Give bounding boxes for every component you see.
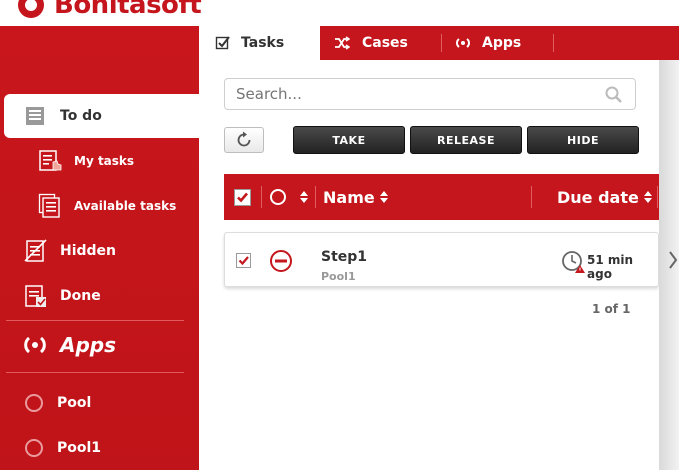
sidebar-app-pool[interactable]: Pool: [0, 388, 199, 418]
sidebar: To do My tasks Available tasks Hidden Do…: [0, 26, 218, 470]
sidebar-item-available-tasks-label: Available tasks: [74, 199, 177, 213]
main-tabs: Tasks Cases Apps: [199, 26, 679, 60]
sidebar-divider: [6, 320, 184, 321]
apps-icon: [24, 336, 46, 354]
inbox-tray-icon: [26, 107, 44, 125]
priority-circle-icon: [270, 189, 286, 205]
table-header: Name Due date: [224, 174, 659, 220]
sort-icon: [379, 191, 388, 203]
tab-apps-label: Apps: [482, 35, 522, 51]
hide-button[interactable]: HIDE: [527, 126, 639, 154]
table-row[interactable]: Step1 Pool1 51 min ago: [224, 232, 659, 287]
tab-cases[interactable]: Cases: [320, 26, 440, 60]
tab-tasks[interactable]: Tasks: [199, 26, 320, 60]
sidebar-item-hidden-label: Hidden: [60, 243, 117, 259]
task-due: 51 min ago: [587, 253, 634, 281]
name-column-header-label: Name: [323, 187, 375, 207]
brand-name: Bonitasoft: [54, 0, 202, 20]
due-date-column-header-label: Due date: [557, 187, 639, 207]
check-icon: [238, 256, 249, 266]
select-all-cell: [234, 174, 251, 220]
sidebar-item-hidden[interactable]: Hidden: [0, 236, 199, 266]
header-divider: [531, 186, 532, 208]
sort-icon: [300, 191, 308, 203]
app-circle-icon: [25, 439, 43, 457]
sidebar-item-done[interactable]: Done: [0, 281, 199, 311]
priority-normal-icon: [270, 250, 292, 272]
header-divider: [315, 186, 316, 208]
task-list-panel: TAKE RELEASE HIDE Name Due date: [199, 60, 659, 470]
sidebar-apps-heading-label: Apps: [60, 333, 117, 357]
search-input[interactable]: [234, 79, 598, 109]
sidebar-app-pool-label: Pool: [57, 395, 92, 411]
app-circle-icon: [25, 394, 43, 412]
header-divider: [657, 186, 658, 208]
due-date-column-header[interactable]: Due date: [557, 174, 652, 220]
tab-tasks-label: Tasks: [241, 35, 285, 51]
chevron-right-icon[interactable]: [668, 250, 678, 270]
sidebar-item-my-tasks[interactable]: My tasks: [0, 146, 199, 176]
sidebar-item-todo[interactable]: To do: [4, 94, 202, 138]
header-divider: [261, 186, 262, 208]
search-box: [224, 78, 636, 110]
shuffle-icon: [335, 36, 350, 50]
checkbox-tick-icon: [215, 36, 230, 50]
sidebar-item-done-label: Done: [60, 288, 101, 304]
sidebar-divider: [6, 372, 184, 373]
release-button[interactable]: RELEASE: [410, 126, 522, 154]
task-process: Pool1: [321, 270, 356, 283]
top-bar: Bonitasoft: [0, 0, 679, 26]
tab-cases-label: Cases: [362, 35, 408, 51]
row-checkbox[interactable]: [236, 253, 251, 268]
select-all-checkbox[interactable]: [234, 188, 251, 206]
sidebar-item-my-tasks-label: My tasks: [74, 154, 135, 168]
tab-divider: [553, 34, 554, 52]
tab-apps[interactable]: Apps: [442, 26, 553, 60]
sidebar-apps-heading[interactable]: Apps: [0, 328, 199, 362]
hidden-task-icon: [24, 239, 47, 262]
sort-icon: [643, 191, 652, 203]
done-task-icon: [25, 285, 46, 307]
sidebar-item-available-tasks[interactable]: Available tasks: [0, 191, 199, 221]
brand-logo[interactable]: Bonitasoft: [18, 0, 202, 20]
name-column-header[interactable]: Name: [323, 174, 388, 220]
apps-icon: [456, 38, 470, 48]
task-name[interactable]: Step1: [321, 249, 367, 265]
search-icon[interactable]: [605, 86, 623, 104]
overdue-clock-icon: [562, 251, 585, 273]
bonitasoft-logo-icon: [18, 0, 44, 18]
pagination-info: 1 of 1: [592, 302, 631, 316]
sidebar-app-pool1-label: Pool1: [57, 440, 102, 456]
refresh-button[interactable]: [224, 127, 264, 153]
sidebar-app-pool1[interactable]: Pool1: [0, 433, 199, 463]
refresh-icon: [237, 131, 251, 147]
priority-column-header[interactable]: [270, 174, 308, 220]
sidebar-item-todo-label: To do: [60, 108, 102, 124]
task-hand-icon: [39, 150, 62, 171]
take-button[interactable]: TAKE: [293, 126, 405, 154]
stacked-tasks-icon: [38, 193, 60, 218]
check-icon: [237, 192, 248, 202]
